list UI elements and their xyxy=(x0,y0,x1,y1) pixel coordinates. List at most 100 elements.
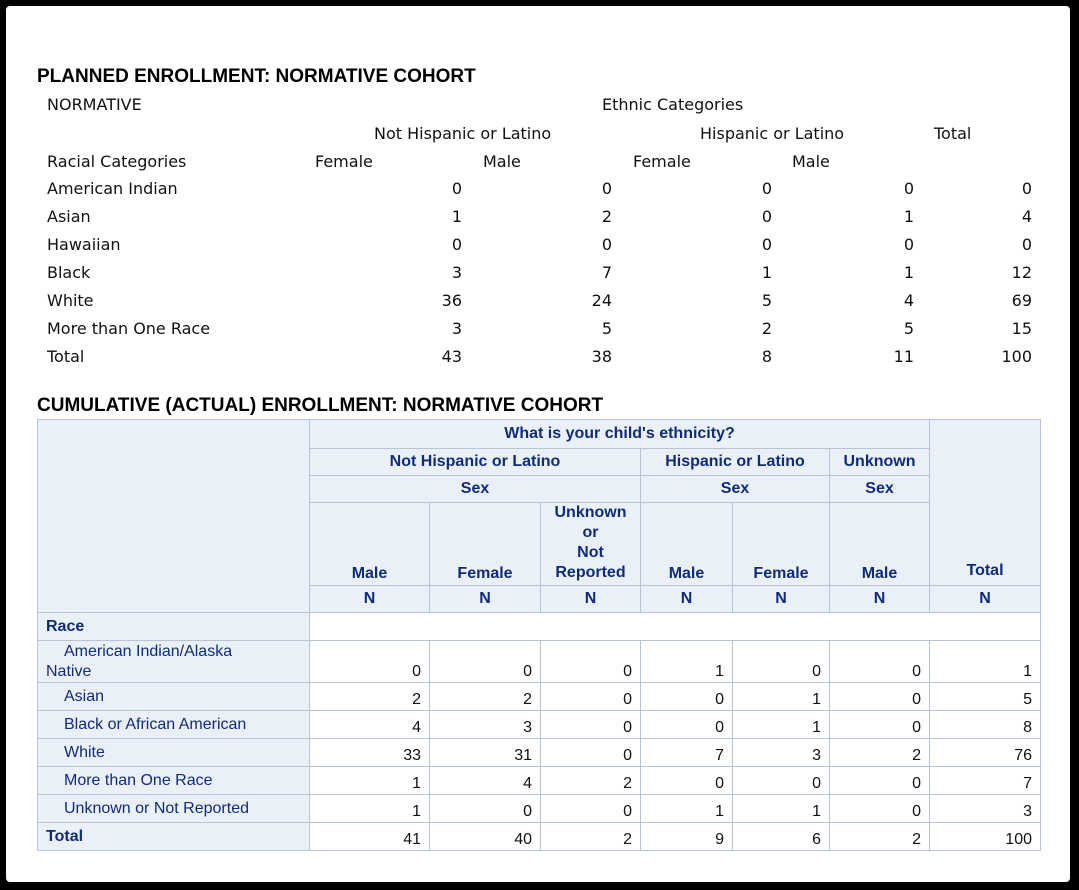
cell: 0 xyxy=(829,640,930,683)
cell: 2 xyxy=(429,682,541,711)
row-label: Asian xyxy=(37,682,310,711)
unknown-sex-line: or xyxy=(582,524,599,541)
sex-header: Sex xyxy=(640,475,830,503)
cell: 69 xyxy=(1011,291,1032,310)
cell: 0 xyxy=(761,207,772,226)
n-header: N xyxy=(309,585,430,613)
female-header: Female xyxy=(732,502,830,586)
racial-categories-label: Racial Categories xyxy=(47,152,187,171)
cell: 0 xyxy=(1021,179,1032,198)
table-row: Asian 2 2 0 0 1 0 5 xyxy=(37,682,1041,711)
cell: 0 xyxy=(903,235,914,254)
sex-header: Sex xyxy=(309,475,641,503)
cell: 0 xyxy=(429,794,541,823)
male-header-not-hispanic: Male xyxy=(483,152,521,171)
cell: 2 xyxy=(540,822,641,851)
cell: 5 xyxy=(761,291,772,310)
cell: 3 xyxy=(451,319,462,338)
cell: 4 xyxy=(903,291,914,310)
row-label-line: American Indian/Alaska xyxy=(64,643,233,660)
cell: 100 xyxy=(1001,347,1032,366)
cell: 6 xyxy=(732,822,830,851)
female-header-not-hispanic: Female xyxy=(315,152,373,171)
female-header: Female xyxy=(429,502,541,586)
row-label: Total xyxy=(47,347,85,366)
total-spacer xyxy=(929,419,1041,586)
cell: 0 xyxy=(732,766,830,795)
male-header-hispanic: Male xyxy=(792,152,830,171)
table-row: More than One Race 1 4 2 0 0 0 7 xyxy=(37,766,1041,795)
sex-header: Sex xyxy=(829,475,930,503)
cell: 4 xyxy=(1021,207,1032,226)
n-header: N xyxy=(429,585,541,613)
male-header: Male xyxy=(829,502,930,586)
cell: 11 xyxy=(893,347,914,366)
cell: 100 xyxy=(929,822,1041,851)
cell: 1 xyxy=(732,710,830,739)
n-header: N xyxy=(540,585,641,613)
cell: 1 xyxy=(640,640,733,683)
cell: 1 xyxy=(640,794,733,823)
cell: 0 xyxy=(309,640,430,683)
cell: 1 xyxy=(903,263,914,282)
normative-label: NORMATIVE xyxy=(47,95,142,114)
total-header: Total xyxy=(934,124,972,143)
cell: 0 xyxy=(451,179,462,198)
actual-title: CUMULATIVE (ACTUAL) ENROLLMENT: NORMATIV… xyxy=(37,395,604,416)
cell: 3 xyxy=(451,263,462,282)
actual-enrollment-table: What is your child's ethnicity? Not Hisp… xyxy=(37,419,1041,851)
cell: 33 xyxy=(309,738,430,767)
row-label: Black or African American xyxy=(37,710,310,739)
unknown-sex-line: Not xyxy=(577,544,604,561)
cell: 1 xyxy=(903,207,914,226)
cell: 0 xyxy=(1021,235,1032,254)
cell: 2 xyxy=(761,319,772,338)
hispanic-header: Hispanic or Latino xyxy=(640,448,830,476)
cell: 12 xyxy=(1011,263,1032,282)
row-label: More than One Race xyxy=(47,319,211,338)
cell: 0 xyxy=(540,710,641,739)
cell: 3 xyxy=(732,738,830,767)
cell: 0 xyxy=(640,710,733,739)
race-header: Race xyxy=(37,612,310,641)
table-row: Unknown or Not Reported 1 0 0 1 1 0 3 xyxy=(37,794,1041,823)
cell: 0 xyxy=(829,766,930,795)
male-header: Male xyxy=(640,502,733,586)
race-spacer xyxy=(309,612,1041,641)
cell: 0 xyxy=(640,682,733,711)
cell: 5 xyxy=(903,319,914,338)
total-column-header: Total N xyxy=(929,562,1041,613)
table-row: American Indian/Alaska Native 0 0 0 1 0 … xyxy=(37,640,1041,683)
cell: 0 xyxy=(732,640,830,683)
cell: 7 xyxy=(929,766,1041,795)
cell: 2 xyxy=(601,207,612,226)
unknown-sex-header: Unknown or Not Reported xyxy=(540,502,641,586)
cell: 0 xyxy=(903,179,914,198)
cell: 40 xyxy=(429,822,541,851)
cell: 1 xyxy=(309,766,430,795)
cell: 0 xyxy=(640,766,733,795)
cell: 1 xyxy=(732,794,830,823)
row-label: White xyxy=(47,291,94,310)
cell: 0 xyxy=(540,682,641,711)
cell: 4 xyxy=(429,766,541,795)
cell: 76 xyxy=(929,738,1041,767)
cell: 7 xyxy=(601,263,612,282)
cell: 1 xyxy=(732,682,830,711)
cell: 41 xyxy=(309,822,430,851)
cell: 2 xyxy=(309,682,430,711)
cell: 38 xyxy=(591,347,612,366)
cell: 9 xyxy=(640,822,733,851)
cell: 36 xyxy=(441,291,462,310)
cell: 4 xyxy=(309,710,430,739)
n-header: N xyxy=(829,585,930,613)
planned-title: PLANNED ENROLLMENT: NORMATIVE COHORT xyxy=(37,66,476,87)
male-header: Male xyxy=(309,502,430,586)
cell: 3 xyxy=(429,710,541,739)
cell: 1 xyxy=(309,794,430,823)
row-label: Black xyxy=(47,263,91,282)
cell: 0 xyxy=(540,738,641,767)
unknown-header: Unknown xyxy=(829,448,930,476)
cell: 1 xyxy=(929,640,1041,683)
cell: 31 xyxy=(429,738,541,767)
